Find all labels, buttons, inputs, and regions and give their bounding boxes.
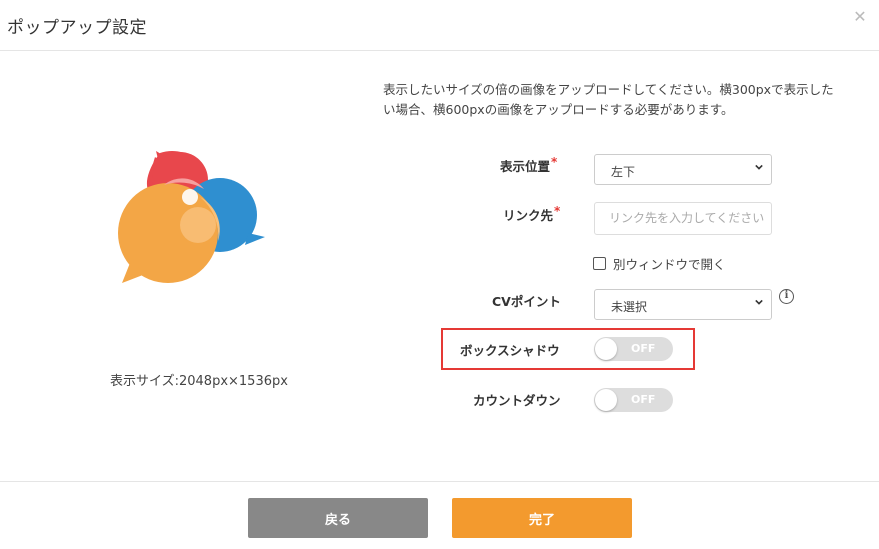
countdown-toggle[interactable]: OFF xyxy=(594,388,673,412)
chevron-down-icon xyxy=(755,299,763,305)
box-shadow-toggle[interactable]: OFF xyxy=(594,337,673,361)
upload-description: 表示したいサイズの倍の画像をアップロードしてください。横300pxで表示したい場… xyxy=(383,82,834,117)
display-size-text: 表示サイズ:2048px×1536px xyxy=(110,374,288,389)
cv-point-select[interactable]: 未選択 xyxy=(594,289,772,320)
info-icon[interactable]: i xyxy=(779,289,794,304)
dialog-header: ポップアップ設定 ✕ xyxy=(0,0,879,51)
link-label: リンク先* xyxy=(503,204,561,224)
cv-point-select-value: 未選択 xyxy=(611,300,648,314)
dialog-footer xyxy=(0,481,879,549)
chevron-down-icon xyxy=(755,164,763,170)
position-select-value: 左下 xyxy=(611,165,636,179)
dialog-title: ポップアップ設定 xyxy=(7,18,147,38)
position-label: 表示位置* xyxy=(500,155,558,175)
required-mark: * xyxy=(554,204,561,218)
toggle-knob xyxy=(595,338,617,360)
close-icon[interactable]: ✕ xyxy=(853,9,867,25)
link-input[interactable]: リンク先を入力してください xyxy=(594,202,772,235)
done-button[interactable]: 完了 xyxy=(452,498,632,538)
required-mark: * xyxy=(551,155,558,169)
back-button[interactable]: 戻る xyxy=(248,498,428,538)
toggle-state: OFF xyxy=(631,393,656,406)
cv-point-label: CVポイント xyxy=(492,294,561,309)
new-window-checkbox[interactable] xyxy=(593,257,606,270)
link-label-text: リンク先 xyxy=(503,208,554,223)
new-window-option[interactable]: 別ウィンドウで開く xyxy=(593,254,726,273)
position-label-text: 表示位置 xyxy=(500,159,551,174)
countdown-label: カウントダウン xyxy=(473,393,561,408)
box-shadow-label: ボックスシャドウ xyxy=(460,343,560,358)
toggle-state: OFF xyxy=(631,342,656,355)
toggle-knob xyxy=(595,389,617,411)
new-window-label: 別ウィンドウで開く xyxy=(613,257,726,272)
position-select[interactable]: 左下 xyxy=(594,154,772,185)
speech-bubbles-illustration xyxy=(118,151,265,283)
